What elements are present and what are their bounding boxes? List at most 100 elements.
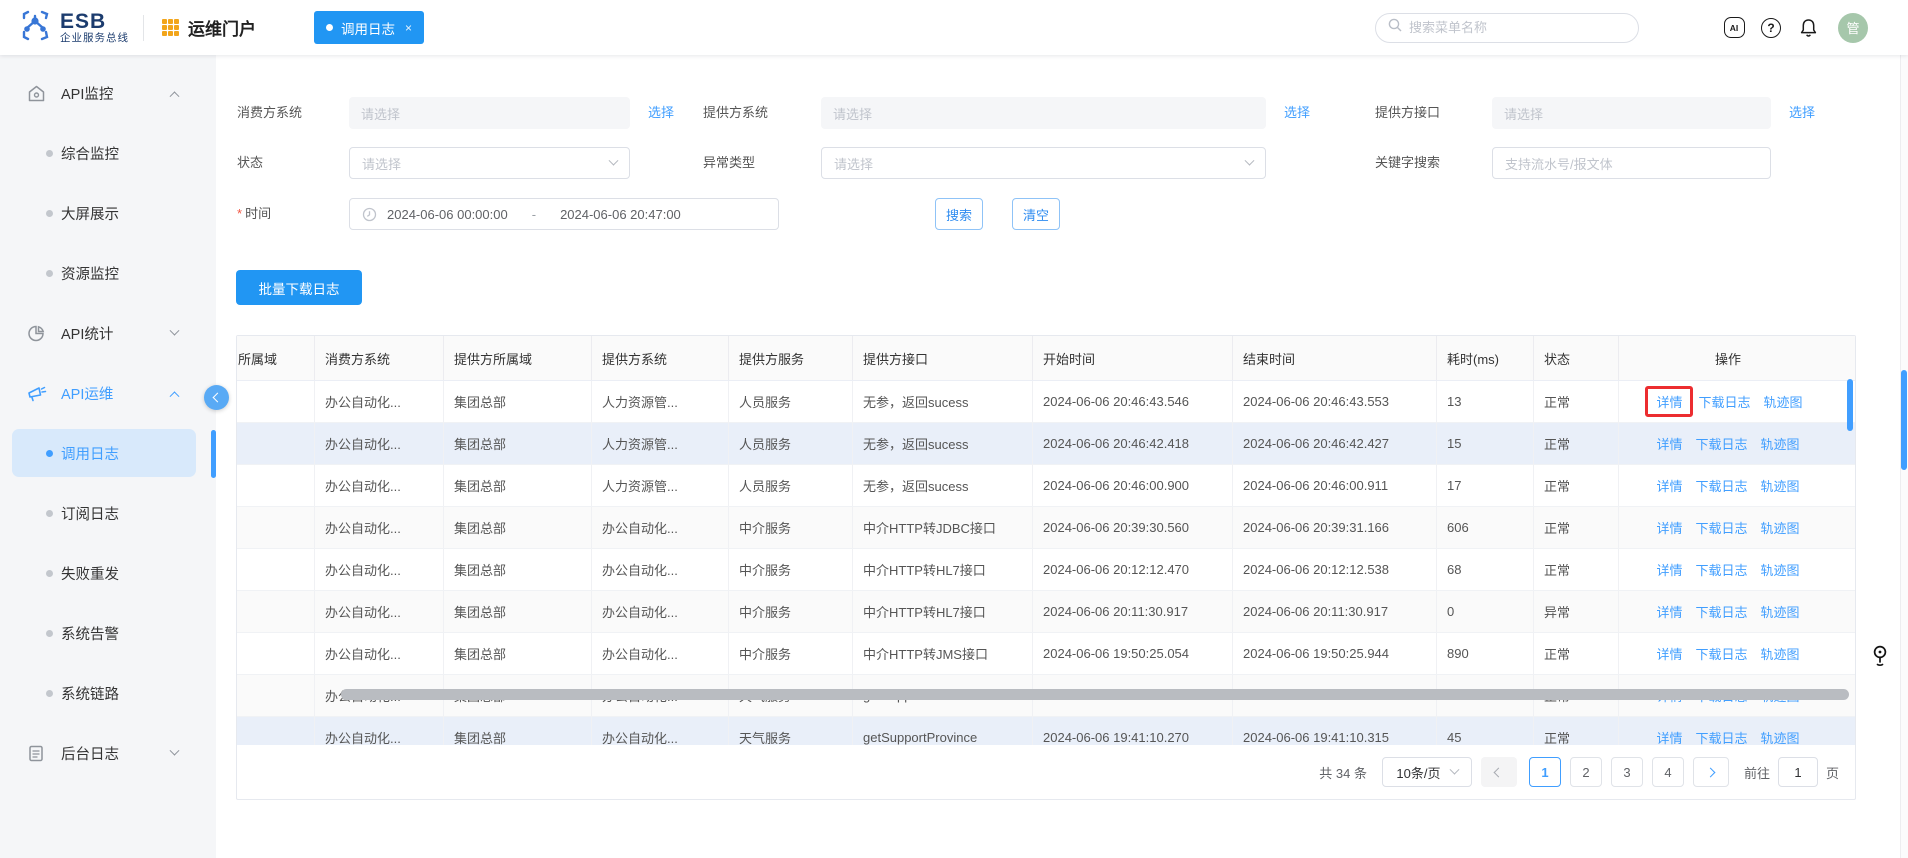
sidebar-group-API运维[interactable]: API运维 [0, 369, 216, 417]
table-cell: 正常 [1534, 381, 1619, 422]
clock-icon [362, 207, 377, 222]
clear-button[interactable]: 清空 [1012, 198, 1060, 230]
search-input[interactable] [1409, 20, 1626, 35]
time-end-value[interactable]: 2024-06-06 20:47:00 [560, 207, 681, 222]
sidebar-item-label: 综合监控 [61, 143, 119, 164]
action-link-轨迹图[interactable]: 轨迹图 [1761, 476, 1800, 495]
sidebar-group-API监控[interactable]: API监控 [0, 69, 216, 117]
action-link-下载日志[interactable]: 下载日志 [1695, 476, 1747, 495]
tab-call-log[interactable]: 调用日志 × [314, 11, 424, 44]
menu-search[interactable] [1375, 13, 1639, 43]
ai-assistant-icon[interactable]: AI [1723, 17, 1745, 39]
location-pin-icon[interactable] [1872, 645, 1888, 672]
action-link-详情[interactable]: 详情 [1645, 386, 1693, 417]
sidebar-item-订阅日志[interactable]: 订阅日志 [0, 489, 216, 537]
page-button-3[interactable]: 3 [1611, 757, 1643, 787]
action-link-下载日志[interactable]: 下载日志 [1695, 728, 1747, 745]
help-icon[interactable]: ? [1760, 17, 1782, 39]
table-vertical-scrollbar-thumb[interactable] [1847, 379, 1853, 431]
page-button-4[interactable]: 4 [1652, 757, 1684, 787]
table-cell: getSupportProvince [853, 717, 1033, 745]
action-link-详情[interactable]: 详情 [1656, 518, 1682, 537]
table-cell: 中介服务 [729, 591, 853, 632]
table-cell: 办公自动化... [592, 591, 729, 632]
table-cell: 无参，返回sucess [853, 423, 1033, 464]
table-row[interactable]: 办公自动化...集团总部办公自动化...中介服务中介HTTP转JDBC接口202… [237, 507, 1855, 549]
action-link-轨迹图[interactable]: 轨迹图 [1761, 560, 1800, 579]
status-select[interactable]: 请选择 [349, 147, 630, 179]
user-avatar[interactable]: 管 [1838, 13, 1868, 43]
action-link-下载日志[interactable]: 下载日志 [1695, 434, 1747, 453]
page-scrollbar-thumb[interactable] [1901, 370, 1907, 470]
sidebar-item-资源监控[interactable]: 资源监控 [0, 249, 216, 297]
page-button-2[interactable]: 2 [1570, 757, 1602, 787]
table-cell [237, 381, 315, 422]
sidebar-item-系统链路[interactable]: 系统链路 [0, 669, 216, 717]
table-cell: 2024-06-06 20:46:42.427 [1233, 423, 1437, 464]
sidebar-item-调用日志[interactable]: 调用日志 [0, 429, 216, 477]
keyword-input[interactable]: 支持流水号/报文体 [1492, 147, 1771, 179]
time-range-picker[interactable]: 2024-06-06 00:00:00 - 2024-06-06 20:47:0… [349, 198, 779, 230]
sidebar-collapse-button[interactable] [204, 385, 229, 410]
table-row[interactable]: 办公自动化...集团总部人力资源管...人员服务无参，返回sucess2024-… [237, 423, 1855, 465]
exception-type-select[interactable]: 请选择 [821, 147, 1266, 179]
table-row[interactable]: 办公自动化...集团总部办公自动化...天气服务getSupportProvin… [237, 717, 1855, 745]
table-cell: 17 [1437, 465, 1534, 506]
sidebar-item-失败重发[interactable]: 失败重发 [0, 549, 216, 597]
page-size-select[interactable]: 10条/页 [1382, 757, 1472, 787]
column-header-开始时间: 开始时间 [1033, 336, 1233, 380]
action-link-下载日志[interactable]: 下载日志 [1695, 560, 1747, 579]
search-button[interactable]: 搜索 [935, 198, 983, 230]
action-link-详情[interactable]: 详情 [1656, 434, 1682, 453]
action-link-下载日志[interactable]: 下载日志 [1695, 602, 1747, 621]
chevron-down-icon [171, 324, 178, 342]
action-link-轨迹图[interactable]: 轨迹图 [1764, 392, 1803, 411]
action-link-轨迹图[interactable]: 轨迹图 [1761, 602, 1800, 621]
table-cell: 正常 [1534, 423, 1619, 464]
batch-download-button[interactable]: 批量下载日志 [236, 270, 362, 305]
table-row[interactable]: 办公自动化...集团总部办公自动化...中介服务中介HTTP转JMS接口2024… [237, 633, 1855, 675]
sidebar-group-API统计[interactable]: API统计 [0, 309, 216, 357]
action-link-详情[interactable]: 详情 [1656, 644, 1682, 663]
page-button-1[interactable]: 1 [1529, 757, 1561, 787]
sidebar-item-label: 订阅日志 [61, 503, 119, 524]
action-link-下载日志[interactable]: 下载日志 [1695, 518, 1747, 537]
bullet-dot-icon [46, 150, 53, 157]
provider-api-field[interactable]: 请选择 [1492, 97, 1771, 129]
column-header-操作: 操作 [1619, 336, 1837, 380]
action-link-轨迹图[interactable]: 轨迹图 [1761, 434, 1800, 453]
action-link-详情[interactable]: 详情 [1656, 560, 1682, 579]
action-link-下载日志[interactable]: 下载日志 [1695, 644, 1747, 663]
action-link-下载日志[interactable]: 下载日志 [1698, 392, 1750, 411]
log-table-card: 所属域消费方系统提供方所属域提供方系统提供方服务提供方接口开始时间结束时间耗时(… [236, 335, 1856, 800]
action-link-轨迹图[interactable]: 轨迹图 [1761, 644, 1800, 663]
horizontal-scrollbar-thumb[interactable] [341, 689, 1849, 700]
action-link-详情[interactable]: 详情 [1656, 602, 1682, 621]
tab-close-icon[interactable]: × [405, 21, 412, 35]
time-start-value[interactable]: 2024-06-06 00:00:00 [387, 207, 508, 222]
bell-icon[interactable] [1797, 17, 1819, 39]
table-row[interactable]: 办公自动化...集团总部人力资源管...人员服务无参，返回sucess2024-… [237, 381, 1855, 423]
action-link-轨迹图[interactable]: 轨迹图 [1761, 728, 1800, 745]
action-link-详情[interactable]: 详情 [1656, 476, 1682, 495]
sidebar-group-后台日志[interactable]: 后台日志 [0, 729, 216, 777]
consumer-system-select-link[interactable]: 选择 [648, 97, 674, 129]
prev-page-button[interactable] [1481, 757, 1517, 787]
table-row[interactable]: 办公自动化...集团总部人力资源管...人员服务无参，返回sucess2024-… [237, 465, 1855, 507]
provider-system-field[interactable]: 请选择 [821, 97, 1266, 129]
action-link-详情[interactable]: 详情 [1656, 728, 1682, 745]
table-row[interactable]: 办公自动化...集团总部办公自动化...中介服务中介HTTP转HL7接口2024… [237, 591, 1855, 633]
consumer-system-field[interactable]: 请选择 [349, 97, 630, 129]
table-cell: 集团总部 [444, 549, 592, 590]
table-row[interactable]: 办公自动化...集团总部办公自动化...中介服务中介HTTP转HL7接口2024… [237, 549, 1855, 591]
provider-system-select-link[interactable]: 选择 [1284, 97, 1310, 129]
sidebar-item-label: 调用日志 [61, 443, 119, 464]
sidebar-item-综合监控[interactable]: 综合监控 [0, 129, 216, 177]
next-page-button[interactable] [1693, 757, 1729, 787]
sidebar-item-大屏展示[interactable]: 大屏展示 [0, 189, 216, 237]
action-link-轨迹图[interactable]: 轨迹图 [1761, 518, 1800, 537]
sidebar-item-系统告警[interactable]: 系统告警 [0, 609, 216, 657]
chevron-up-icon [171, 384, 178, 402]
goto-page-input[interactable] [1778, 757, 1818, 787]
provider-api-select-link[interactable]: 选择 [1789, 97, 1815, 129]
